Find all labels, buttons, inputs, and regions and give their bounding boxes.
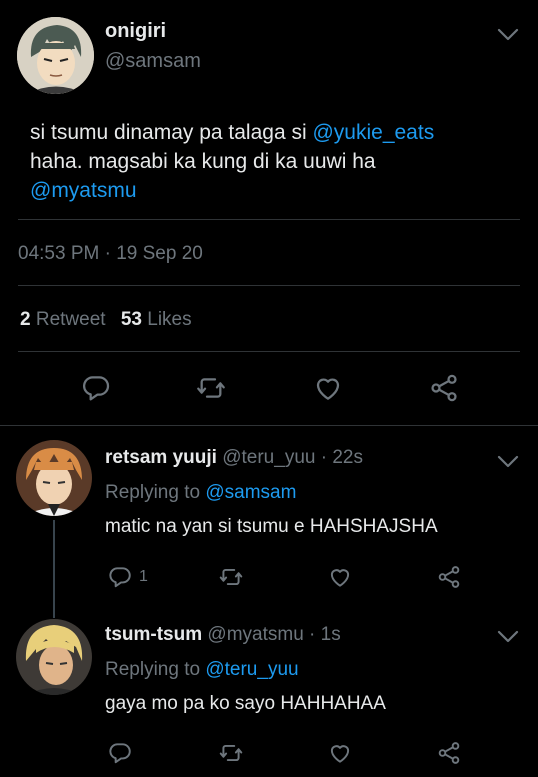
likes-label: Likes [147, 309, 192, 330]
chevron-down-icon[interactable] [497, 28, 519, 42]
display-name[interactable]: tsum-tsum [105, 624, 202, 645]
dot-separator: · [320, 447, 328, 468]
reply-header: retsam yuuji @teru_yuu · 22s [105, 447, 363, 469]
divider [18, 219, 520, 220]
reply-count: 1 [139, 568, 148, 585]
divider [0, 425, 538, 426]
handle[interactable]: @samsam [105, 50, 201, 73]
tweet-text-part: si tsumu dinamay pa talaga si [30, 121, 313, 144]
divider [18, 351, 520, 352]
likes-stat[interactable]: 53 Likes [121, 309, 192, 330]
retweet-stat[interactable]: 2 Retweet [20, 309, 106, 330]
chevron-down-icon[interactable] [497, 630, 519, 644]
like-icon[interactable] [312, 372, 344, 404]
handle[interactable]: @teru_yuu [222, 447, 315, 468]
retweet-icon[interactable] [194, 372, 228, 404]
reply-text: gaya mo pa ko sayo HAHHAHAA [105, 693, 386, 714]
timestamp[interactable]: 04:53 PM · 19 Sep 20 [18, 243, 203, 265]
date: 19 Sep 20 [116, 243, 203, 264]
tweet-text: si tsumu dinamay pa talaga si @yukie_eat… [30, 118, 520, 205]
divider [18, 285, 520, 286]
retweet-icon[interactable] [217, 740, 245, 766]
avatar[interactable] [16, 619, 92, 695]
like-icon[interactable] [327, 740, 353, 766]
chevron-down-icon[interactable] [497, 455, 519, 469]
avatar[interactable] [17, 17, 94, 94]
reply-time[interactable]: 1s [321, 624, 341, 645]
like-count: 53 [120, 309, 142, 330]
replying-to: Replying to @teru_yuu [105, 659, 299, 681]
share-icon[interactable] [436, 564, 462, 590]
time: 04:53 PM [18, 243, 100, 264]
replying-to: Replying to @samsam [105, 482, 296, 504]
handle[interactable]: @myatsmu [207, 624, 303, 645]
display-name[interactable]: onigiri [105, 20, 166, 43]
share-icon[interactable] [436, 740, 462, 766]
reply-time[interactable]: 22s [332, 447, 363, 468]
reply-icon [107, 564, 133, 590]
tweet-text-part: haha. magsabi ka kung di ka uuwi ha [30, 150, 376, 173]
thread-line [53, 520, 55, 618]
retweet-label: Retweet [35, 309, 106, 330]
reply-icon[interactable] [107, 740, 133, 766]
dot-separator: · [309, 624, 316, 645]
dot-separator: · [104, 243, 111, 264]
share-icon[interactable] [428, 372, 460, 404]
reply-header: tsum-tsum @myatsmu · 1s [105, 624, 341, 646]
engagement-counts: 2 Retweet 53 Likes [20, 309, 192, 331]
display-name[interactable]: retsam yuuji [105, 447, 217, 468]
avatar[interactable] [16, 440, 92, 516]
mention-link[interactable]: @yukie_eats [312, 121, 434, 144]
like-icon[interactable] [327, 564, 353, 590]
mention-link[interactable]: @samsam [205, 482, 296, 503]
reply-action[interactable]: 1 [107, 564, 148, 590]
mention-link[interactable]: @myatsmu [30, 179, 137, 202]
replying-label: Replying to [105, 482, 206, 503]
replying-label: Replying to [105, 659, 206, 680]
retweet-icon[interactable] [217, 564, 245, 590]
reply-icon[interactable] [80, 372, 112, 404]
reply-text: matic na yan si tsumu e HAHSHAJSHA [105, 516, 438, 537]
mention-link[interactable]: @teru_yuu [205, 659, 298, 680]
retweet-count: 2 [20, 309, 31, 330]
